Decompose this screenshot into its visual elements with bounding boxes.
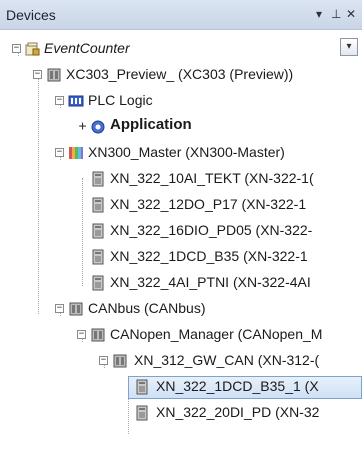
pin-dropdown-icon[interactable]: ▾ — [316, 7, 322, 21]
io-module-icon — [90, 223, 106, 239]
bus-icon — [68, 301, 84, 317]
project-icon — [24, 41, 40, 57]
device-tree: − EventCounter ▾ − XC303_Preview_ (XC303… — [0, 30, 362, 463]
node-label: XN_322_16DIO_PD05 (XN-322- — [110, 222, 313, 238]
collapse-toggle[interactable]: − — [55, 96, 64, 105]
plc-logic-icon — [68, 93, 84, 109]
io-module-icon — [90, 275, 106, 291]
io-module-icon — [90, 249, 106, 265]
expand-toggle[interactable]: + — [78, 120, 87, 133]
device-icon — [46, 67, 62, 83]
node-label: XN_322_20DI_PD (XN-32 — [156, 404, 320, 420]
dock-icon[interactable]: ⊥ — [331, 7, 341, 21]
node-label: XN300_Master (XN300-Master) — [88, 144, 285, 160]
bus-icon — [90, 327, 106, 343]
tree-node-canopen-manager[interactable]: − CANopen_Manager (CANopen_M — [0, 324, 362, 350]
tree-node-io-module[interactable]: XN_322_10AI_TEKT (XN-322-1( — [0, 168, 362, 194]
node-label: CANopen_Manager (CANopen_M — [110, 326, 323, 342]
collapse-toggle[interactable]: − — [99, 356, 108, 365]
tree-node-xc303[interactable]: − XC303_Preview_ (XC303 (Preview)) — [0, 64, 362, 90]
tree-node-eventcounter[interactable]: − EventCounter — [0, 38, 362, 64]
node-label: XN_312_GW_CAN (XN-312-( — [134, 352, 320, 368]
node-label: XN_322_1DCD_B35 (XN-322-1 — [110, 248, 308, 264]
node-label: CANbus (CANbus) — [88, 300, 206, 316]
io-master-icon — [68, 145, 84, 161]
tree-node-plc-logic[interactable]: − PLC Logic — [0, 90, 362, 116]
tree-node-xn300-master[interactable]: − XN300_Master (XN300-Master) — [0, 142, 362, 168]
node-label: XN_322_4AI_PTNI (XN-322-4AI — [110, 274, 311, 290]
collapse-toggle[interactable]: − — [55, 304, 64, 313]
tree-node-io-module[interactable]: XN_322_1DCD_B35_1 (X — [0, 376, 362, 402]
io-module-icon — [90, 197, 106, 213]
io-module-icon — [134, 405, 150, 421]
node-label: Application — [110, 116, 192, 133]
node-label: PLC Logic — [88, 92, 153, 108]
tree-node-io-module[interactable]: XN_322_4AI_PTNI (XN-322-4AI — [0, 272, 362, 298]
node-label: EventCounter — [44, 40, 130, 56]
node-label: XN_322_10AI_TEKT (XN-322-1( — [110, 170, 314, 186]
tree-node-io-module[interactable]: XN_322_12DO_P17 (XN-322-1 — [0, 194, 362, 220]
tree-node-io-module[interactable]: XN_322_1DCD_B35 (XN-322-1 — [0, 246, 362, 272]
panel-title: Devices — [6, 7, 56, 23]
collapse-toggle[interactable]: − — [12, 44, 21, 53]
node-label: XN_322_12DO_P17 (XN-322-1 — [110, 196, 307, 212]
close-icon[interactable]: ✕ — [346, 7, 356, 21]
tree-node-io-module[interactable]: XN_322_20DI_PD (XN-32 — [0, 402, 362, 428]
gateway-icon — [112, 353, 128, 369]
devices-panel: Devices ▾ ⊥ ✕ − EventCounter ▾ − XC303_P… — [0, 0, 362, 463]
io-module-icon — [90, 171, 106, 187]
tree-node-application[interactable]: + Application — [0, 116, 362, 142]
node-label: XN_322_1DCD_B35_1 (X — [156, 378, 319, 394]
collapse-toggle[interactable]: − — [77, 330, 86, 339]
node-label: XC303_Preview_ (XC303 (Preview)) — [66, 66, 294, 82]
tree-node-canbus[interactable]: − CANbus (CANbus) — [0, 298, 362, 324]
panel-title-bar: Devices ▾ ⊥ ✕ — [0, 0, 362, 30]
collapse-toggle[interactable]: − — [33, 70, 42, 79]
tree-node-io-module[interactable]: XN_322_16DIO_PD05 (XN-322- — [0, 220, 362, 246]
application-gear-icon — [90, 119, 106, 135]
collapse-toggle[interactable]: − — [55, 148, 64, 157]
tree-node-xn312-gw-can[interactable]: − XN_312_GW_CAN (XN-312-( — [0, 350, 362, 376]
tree-dropdown-button[interactable]: ▾ — [340, 38, 358, 56]
io-module-icon — [134, 379, 150, 395]
